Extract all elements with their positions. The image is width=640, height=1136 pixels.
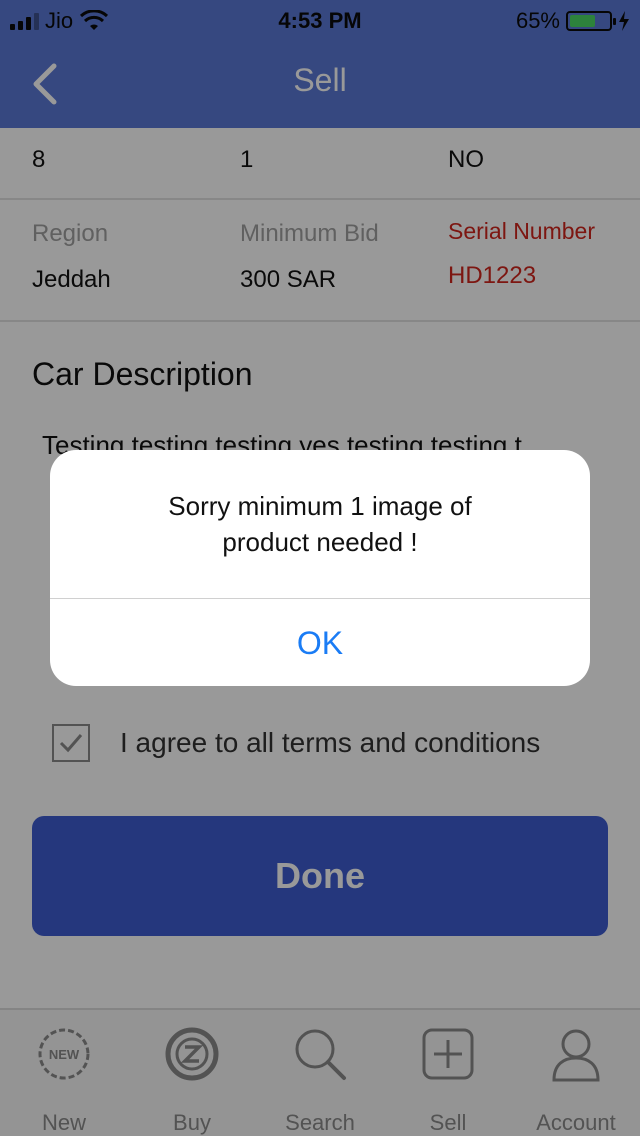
alert-ok-button[interactable]: OK: [50, 600, 590, 686]
alert-message-line-1: Sorry minimum 1 image of: [168, 491, 472, 521]
alert-message: Sorry minimum 1 image of product needed …: [90, 488, 550, 560]
alert-dialog: Sorry minimum 1 image of product needed …: [50, 450, 590, 686]
sell-screen: Jio 4:53 PM 65% Sell 8 1 NO Region Jedda…: [0, 0, 640, 1136]
alert-divider: [50, 598, 590, 599]
alert-message-line-2: product needed !: [222, 527, 418, 557]
